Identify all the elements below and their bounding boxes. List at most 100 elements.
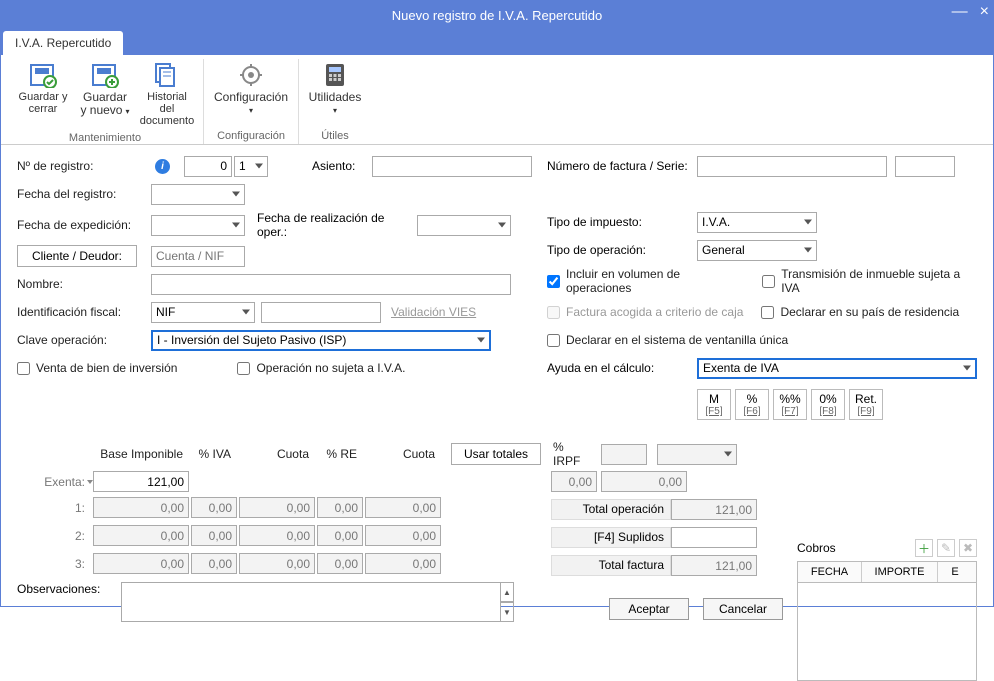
cuenta-nif-input[interactable] (151, 246, 245, 267)
cuota2-input (365, 553, 441, 574)
re-input (317, 525, 363, 546)
close-icon[interactable]: × (980, 3, 989, 21)
validacion-vies-link[interactable]: Validación VIES (391, 305, 476, 319)
label-total-operacion: Total operación (551, 499, 671, 520)
save-close-button[interactable]: Guardar y cerrar (15, 59, 71, 117)
num-factura-input[interactable] (697, 156, 887, 177)
help-btn-ret[interactable]: Ret.[F9] (849, 389, 883, 420)
iva-input (191, 497, 237, 518)
irpf-v2 (601, 471, 687, 492)
asiento-input[interactable] (372, 156, 532, 177)
clave-operacion-select[interactable]: I - Inversión del Sujeto Pasivo (ISP) (151, 330, 491, 351)
trans-inmueble-checkbox[interactable]: Transmisión de inmueble sujeta a IVA (762, 267, 977, 295)
num-registro-sub-select[interactable]: 1 (234, 156, 268, 177)
document-history-icon (151, 61, 183, 89)
grid-row-1: 1: Total operación (17, 495, 977, 520)
ident-fiscal-select[interactable]: NIF (151, 302, 255, 323)
historial-button[interactable]: Historial del documento (139, 59, 195, 129)
label-fecha-realizacion: Fecha de realización de oper.: (257, 211, 417, 239)
suplidos-value[interactable] (671, 527, 757, 548)
config-button[interactable]: Configuración▾ (212, 59, 290, 119)
label-observaciones: Observaciones: (17, 582, 121, 596)
label-asiento: Asiento: (312, 159, 372, 173)
ribbon-group-configuracion: Configuración▾ Configuración (204, 59, 299, 144)
ribbon-group-label: Configuración (217, 127, 285, 144)
serie-input[interactable] (895, 156, 955, 177)
tipo-operacion-select[interactable]: General (697, 240, 817, 261)
grid-row-exenta: Exenta: (17, 471, 977, 492)
help-buttons: M[F5] %[F6] %%[F7] 0%[F8] Ret.[F9] (697, 389, 883, 420)
fecha-realizacion-input[interactable] (417, 215, 511, 236)
re-input (317, 553, 363, 574)
factura-caja-checkbox: Factura acogida a criterio de caja (547, 305, 743, 319)
row-label: 1: (17, 501, 91, 515)
label-tipo-impuesto: Tipo de impuesto: (547, 215, 697, 229)
nombre-input[interactable] (151, 274, 511, 295)
declarar-pais-checkbox[interactable]: Declarar en su país de residencia (761, 305, 959, 319)
declarar-ventanilla-checkbox[interactable]: Declarar en el sistema de ventanilla úni… (547, 333, 788, 347)
obs-up-icon[interactable]: ▲ (500, 582, 514, 602)
obs-down-icon[interactable]: ▼ (500, 602, 514, 622)
usar-totales-button[interactable]: Usar totales (451, 443, 541, 465)
irpf-v1 (551, 471, 597, 492)
irpf-select[interactable] (657, 444, 737, 465)
ribbon-group-label: Mantenimiento (69, 129, 141, 146)
tab-iva-repercutido[interactable]: I.V.A. Repercutido (3, 31, 123, 55)
venta-bien-inversion-checkbox[interactable]: Venta de bien de inversión (17, 361, 177, 375)
calculator-icon (319, 61, 351, 89)
info-icon[interactable]: i (155, 159, 170, 174)
row-label[interactable]: Exenta: (17, 475, 91, 489)
num-registro-input[interactable] (184, 156, 232, 177)
save-close-icon (27, 61, 59, 89)
re-input (317, 497, 363, 518)
grid-header: Base Imponible % IVA Cuota % RE Cuota Us… (17, 440, 977, 468)
help-btn-pct[interactable]: %[F6] (735, 389, 769, 420)
save-new-button[interactable]: Guardar y nuevo ▾ (77, 59, 133, 120)
label-ident-fiscal: Identificación fiscal: (17, 305, 151, 319)
label-ayuda-calculo: Ayuda en el cálculo: (547, 361, 697, 375)
cancelar-button[interactable]: Cancelar (703, 598, 783, 620)
ribbon-group-label: Útiles (321, 127, 349, 144)
save-new-icon (89, 61, 121, 89)
aceptar-button[interactable]: Aceptar (609, 598, 689, 620)
iva-input (191, 525, 237, 546)
op-no-sujeta-checkbox[interactable]: Operación no sujeta a I.V.A. (237, 361, 405, 375)
ident-fiscal-value-input[interactable] (261, 302, 381, 323)
base-input (93, 497, 189, 518)
col-importe: IMPORTE (862, 562, 938, 582)
cobros-table[interactable]: FECHA IMPORTE E (797, 561, 977, 681)
cobros-title: Cobros (797, 541, 836, 555)
label-nombre: Nombre: (17, 277, 151, 291)
tab-strip: I.V.A. Repercutido (1, 29, 993, 55)
fecha-registro-input[interactable] (151, 184, 245, 205)
label-fecha-registro: Fecha del registro: (17, 187, 151, 201)
label-suplidos[interactable]: [F4] Suplidos (551, 527, 671, 548)
cobros-edit-icon[interactable]: ✎ (937, 539, 955, 557)
cobros-delete-icon[interactable]: ✖ (959, 539, 977, 557)
col-fecha: FECHA (798, 562, 862, 582)
minimize-icon[interactable]: — (952, 3, 968, 21)
help-btn-m[interactable]: M[F5] (697, 389, 731, 420)
ribbon-group-utiles: Utilidades▾ Útiles (299, 59, 371, 144)
cuota1-input (239, 525, 315, 546)
cuota2-input (365, 525, 441, 546)
utilidades-button[interactable]: Utilidades▾ (307, 59, 363, 119)
row-label: 3: (17, 557, 91, 571)
cobros-add-icon[interactable]: ＋ (915, 539, 933, 557)
irpf-pct-input (601, 444, 647, 465)
tipo-impuesto-select[interactable]: I.V.A. (697, 212, 817, 233)
cliente-deudor-button[interactable]: Cliente / Deudor: (17, 245, 137, 267)
incluir-volumen-checkbox[interactable]: Incluir en volumen de operaciones (547, 267, 744, 295)
label-num-factura: Número de factura / Serie: (547, 159, 697, 173)
observaciones-textarea[interactable] (121, 582, 501, 622)
fecha-expedicion-input[interactable] (151, 215, 245, 236)
base-input (93, 553, 189, 574)
cuota1-input (239, 497, 315, 518)
ayuda-calculo-select[interactable]: Exenta de IVA (697, 358, 977, 379)
base-input[interactable] (93, 471, 189, 492)
help-btn-0pct[interactable]: 0%[F8] (811, 389, 845, 420)
help-btn-pctpct[interactable]: %%[F7] (773, 389, 807, 420)
iva-input (191, 553, 237, 574)
label-fecha-expedicion: Fecha de expedición: (17, 218, 151, 232)
label-num-registro: Nº de registro: (17, 159, 151, 173)
